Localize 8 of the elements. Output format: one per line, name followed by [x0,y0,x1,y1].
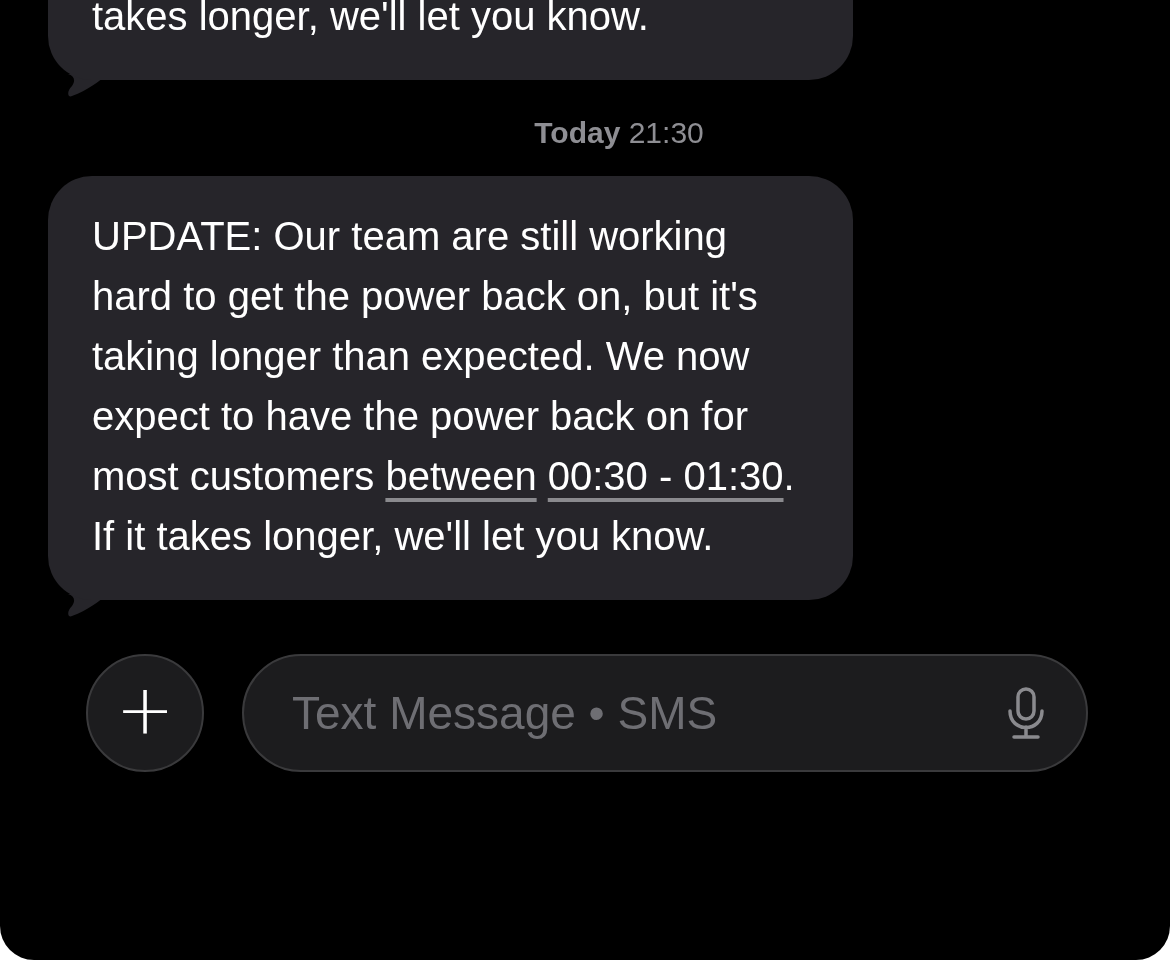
message-text: takes longer, we'll let you know. [92,0,650,40]
add-button[interactable]: + [86,654,204,772]
link[interactable]: between [385,454,537,498]
message-input-field[interactable]: Text Message • SMS [242,654,1088,772]
link[interactable]: 00:30 - 01:30 [547,454,784,498]
microphone-icon[interactable] [1006,687,1046,739]
timestamp: Today 21:30 [533,116,704,150]
message-text: UPDATE: Our team are still working hard to get the power back on, but it's taking longer than expected. We now expect to have the power back on for most customers between 00:30 - 01:30. If it takes longer, we'll let you know. [92,213,796,560]
